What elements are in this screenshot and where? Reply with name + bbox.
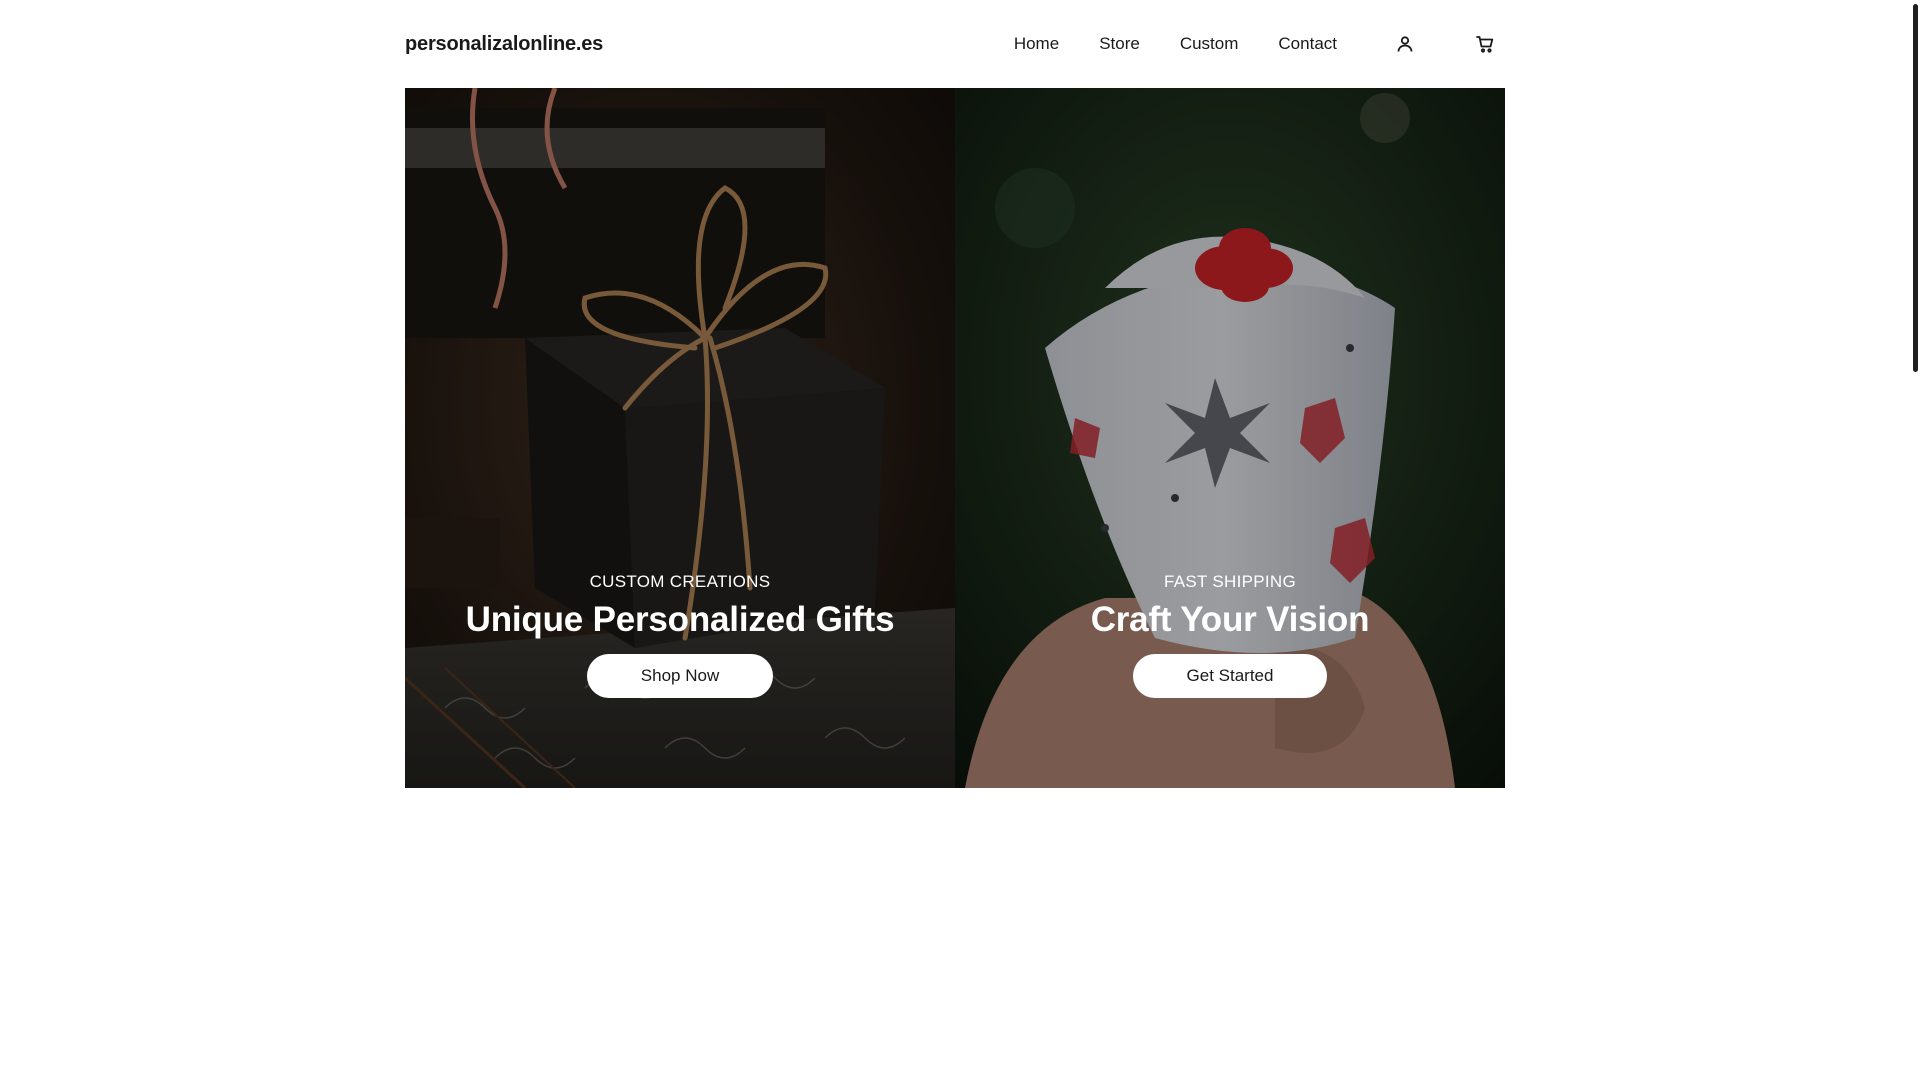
site-logo[interactable]: personalizalonline.es bbox=[405, 33, 603, 56]
page: personalizalonline.es Home Store Custom … bbox=[0, 0, 1920, 1080]
scrollbar[interactable] bbox=[1912, 0, 1920, 1080]
cart-button[interactable] bbox=[1465, 24, 1505, 64]
scrollbar-thumb[interactable] bbox=[1913, 4, 1918, 372]
nav-home-link[interactable]: Home bbox=[1014, 34, 1059, 54]
account-icon bbox=[1397, 36, 1413, 52]
hero-eyebrow: CUSTOM CREATIONS bbox=[589, 572, 771, 591]
nav-store-link[interactable]: Store bbox=[1099, 34, 1140, 54]
site-header: personalizalonline.es Home Store Custom … bbox=[405, 0, 1505, 88]
hero-panel-fast-shipping: FAST SHIPPING Craft Your Vision Get Star… bbox=[955, 88, 1505, 788]
hero-panel-custom-creations: CUSTOM CREATIONS Unique Personalized Gif… bbox=[405, 88, 955, 788]
nav-contact-link[interactable]: Contact bbox=[1278, 34, 1337, 54]
hero-headline: Craft Your Vision bbox=[1090, 600, 1370, 639]
header-right: Home Store Custom Contact bbox=[1014, 24, 1505, 64]
cart-icon bbox=[1476, 36, 1494, 53]
main-nav: Home Store Custom Contact bbox=[1014, 34, 1337, 54]
shop-now-button[interactable]: Shop Now bbox=[586, 654, 774, 698]
hero-panel-content: CUSTOM CREATIONS Unique Personalized Gif… bbox=[405, 572, 955, 698]
account-button[interactable] bbox=[1385, 24, 1425, 64]
get-started-button[interactable]: Get Started bbox=[1132, 654, 1328, 698]
hero-headline: Unique Personalized Gifts bbox=[465, 600, 895, 639]
hero-eyebrow: FAST SHIPPING bbox=[1163, 572, 1297, 591]
hero-section: CUSTOM CREATIONS Unique Personalized Gif… bbox=[405, 88, 1505, 788]
nav-custom-link[interactable]: Custom bbox=[1180, 34, 1239, 54]
hero-panel-content: FAST SHIPPING Craft Your Vision Get Star… bbox=[955, 572, 1505, 698]
